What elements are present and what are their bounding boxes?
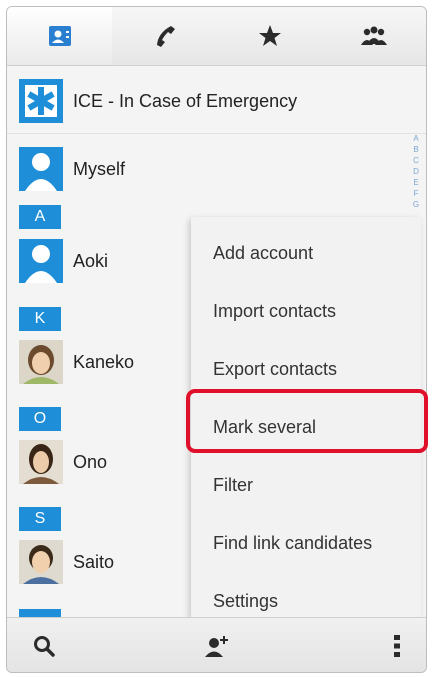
section-header-partial [19, 609, 61, 617]
contact-name: Saito [73, 551, 115, 572]
photo-avatar [19, 540, 63, 584]
contacts-screen: ICE - In Case of Emergency Myself A Aoki… [6, 6, 427, 673]
list-item-ice[interactable]: ICE - In Case of Emergency [7, 77, 407, 125]
index-letter[interactable]: E [410, 177, 422, 188]
person-avatar [19, 147, 63, 191]
list-item-ono[interactable]: Ono [7, 437, 207, 487]
tab-call-log[interactable] [112, 7, 217, 65]
groups-icon [361, 26, 387, 45]
highlight-frame [186, 389, 428, 453]
menu-item-add-account[interactable]: Add account [191, 225, 421, 282]
bottom-toolbar [7, 617, 426, 672]
menu-item-import-contacts[interactable]: Import contacts [191, 283, 421, 340]
person-avatar [19, 239, 63, 283]
list-item-kaneko[interactable]: Kaneko [7, 337, 207, 387]
list-item-saito[interactable]: Saito [7, 537, 207, 587]
list-item-aoki[interactable]: Aoki [7, 237, 207, 285]
section-header-a: A [19, 205, 61, 229]
index-letter[interactable]: B [410, 144, 422, 155]
photo-avatar [19, 440, 63, 484]
index-letter[interactable]: C [410, 155, 422, 166]
tab-groups[interactable] [322, 7, 426, 65]
add-contact-button[interactable] [187, 618, 247, 672]
section-header-o: O [19, 407, 61, 431]
photo-avatar [19, 340, 63, 384]
section-header-s: S [19, 507, 61, 531]
contact-name: Kaneko [73, 351, 135, 372]
search-button[interactable] [19, 618, 69, 672]
index-letter[interactable]: F [410, 188, 422, 199]
alphabet-index[interactable]: A B C D E F G [410, 133, 422, 210]
menu-item-find-link-candidates[interactable]: Find link candidates [191, 515, 421, 572]
list-item-myself[interactable]: Myself [7, 145, 207, 193]
overflow-menu-icon [394, 634, 400, 657]
contacts-icon [48, 26, 71, 46]
more-options-button[interactable] [377, 618, 417, 672]
contact-name: Myself [73, 158, 126, 179]
search-icon [34, 635, 55, 657]
contact-name: ICE - In Case of Emergency [73, 90, 298, 111]
index-letter[interactable]: D [410, 166, 422, 177]
section-header-k: K [19, 307, 61, 331]
index-letter[interactable]: A [410, 133, 422, 144]
star-icon [258, 25, 281, 46]
contact-name: Aoki [73, 250, 109, 271]
index-letter[interactable]: G [410, 199, 422, 210]
contact-name: Ono [73, 451, 108, 472]
menu-item-filter[interactable]: Filter [191, 457, 421, 514]
ice-icon [19, 79, 63, 123]
divider [7, 133, 426, 134]
tab-contacts[interactable] [7, 7, 112, 65]
tab-bar [7, 7, 426, 66]
add-contact-icon [205, 635, 228, 657]
tab-favorites[interactable] [217, 7, 322, 65]
phone-icon [156, 26, 175, 47]
